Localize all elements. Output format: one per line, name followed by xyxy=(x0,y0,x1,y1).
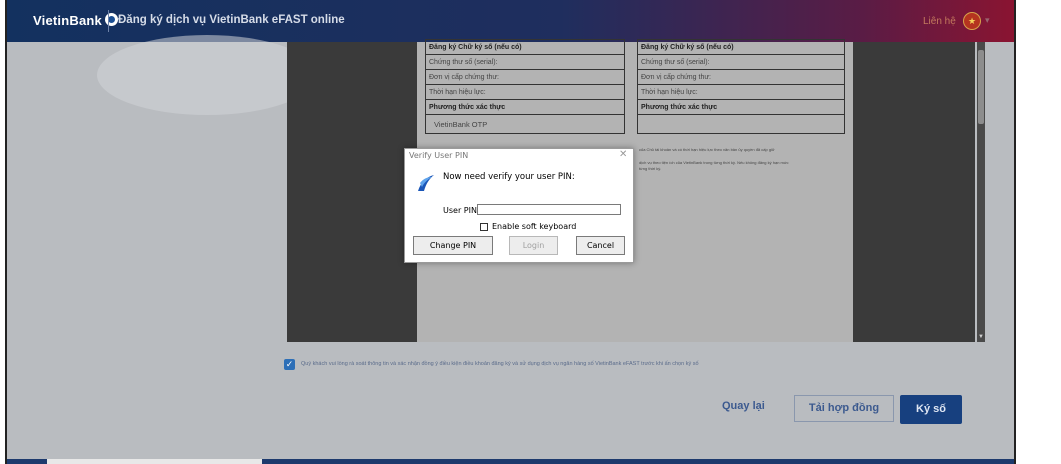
table-cell: Thời hạn hiệu lực: xyxy=(425,84,625,100)
dialog-title: Verify User PIN xyxy=(409,151,469,160)
table-cell: Đơn vị cấp chứng thư: xyxy=(425,69,625,85)
scrollbar-thumb[interactable] xyxy=(978,50,984,124)
document-text: từng thời kỳ. xyxy=(639,166,662,171)
verify-pin-dialog: Verify User PIN ✕ Now need verify your u… xyxy=(404,148,634,263)
contact-link[interactable]: Liên hệ xyxy=(923,16,956,27)
table-cell: Đơn vị cấp chứng thư: xyxy=(637,69,845,85)
table-cell: Chứng thư số (serial): xyxy=(425,54,625,70)
back-button[interactable]: Quay lại xyxy=(722,400,765,412)
document-text: dịch vụ theo tiện ích của VietinBank tro… xyxy=(639,160,789,165)
login-button[interactable]: Login xyxy=(509,236,558,255)
signature-table-right: Đăng ký Chữ ký số (nếu có) Chứng thư số … xyxy=(637,39,845,134)
table-cell: Đăng ký Chữ ký số (nếu có) xyxy=(637,39,845,55)
download-contract-button[interactable]: Tải hợp đồng xyxy=(794,395,894,422)
sign-button[interactable]: Ký số xyxy=(900,395,962,424)
table-cell xyxy=(637,114,845,134)
table-cell: Thời hạn hiệu lực: xyxy=(637,84,845,100)
table-cell: Phương thức xác thực xyxy=(637,99,845,115)
token-logo-icon xyxy=(418,175,434,191)
taskbar-highlight xyxy=(47,459,262,464)
language-flag-icon[interactable]: ★ xyxy=(963,12,981,30)
pin-input[interactable] xyxy=(477,204,621,215)
table-cell: Chứng thư số (serial): xyxy=(637,54,845,70)
chevron-down-icon[interactable]: ▾ xyxy=(985,15,990,26)
dialog-prompt: Now need verify your user PIN: xyxy=(443,172,575,182)
logo-emblem-icon xyxy=(104,13,118,26)
close-icon[interactable]: ✕ xyxy=(619,149,627,160)
viewer-scrollbar[interactable]: ▼ xyxy=(977,42,985,342)
scroll-down-icon[interactable]: ▼ xyxy=(978,334,984,340)
header-bar: VietinBank Đăng ký dịch vụ VietinBank eF… xyxy=(7,0,1014,42)
table-cell: Phương thức xác thực xyxy=(425,99,625,115)
soft-keyboard-checkbox[interactable] xyxy=(480,223,488,231)
header-divider xyxy=(108,10,109,32)
signature-table-left: Đăng ký Chữ ký số (nếu có) Chứng thư số … xyxy=(425,39,625,134)
cancel-button[interactable]: Cancel xyxy=(576,236,625,255)
change-pin-button[interactable]: Change PIN xyxy=(413,236,493,255)
table-cell: Đăng ký Chữ ký số (nếu có) xyxy=(425,39,625,55)
vietinbank-logo[interactable]: VietinBank xyxy=(33,13,118,28)
agreement-text: Quý khách vui lòng rà soát thông tin và … xyxy=(301,361,699,367)
agreement-checkbox[interactable]: ✓ xyxy=(284,359,295,370)
document-text: của Chủ tài khoản và có thời hạn hiệu lự… xyxy=(639,147,775,152)
background-decoration xyxy=(97,35,317,115)
table-cell: VietinBank OTP xyxy=(425,114,625,134)
soft-keyboard-label[interactable]: Enable soft keyboard xyxy=(492,222,576,231)
pin-label: User PIN: xyxy=(443,206,480,215)
page-title: Đăng ký dịch vụ VietinBank eFAST online xyxy=(118,14,345,26)
